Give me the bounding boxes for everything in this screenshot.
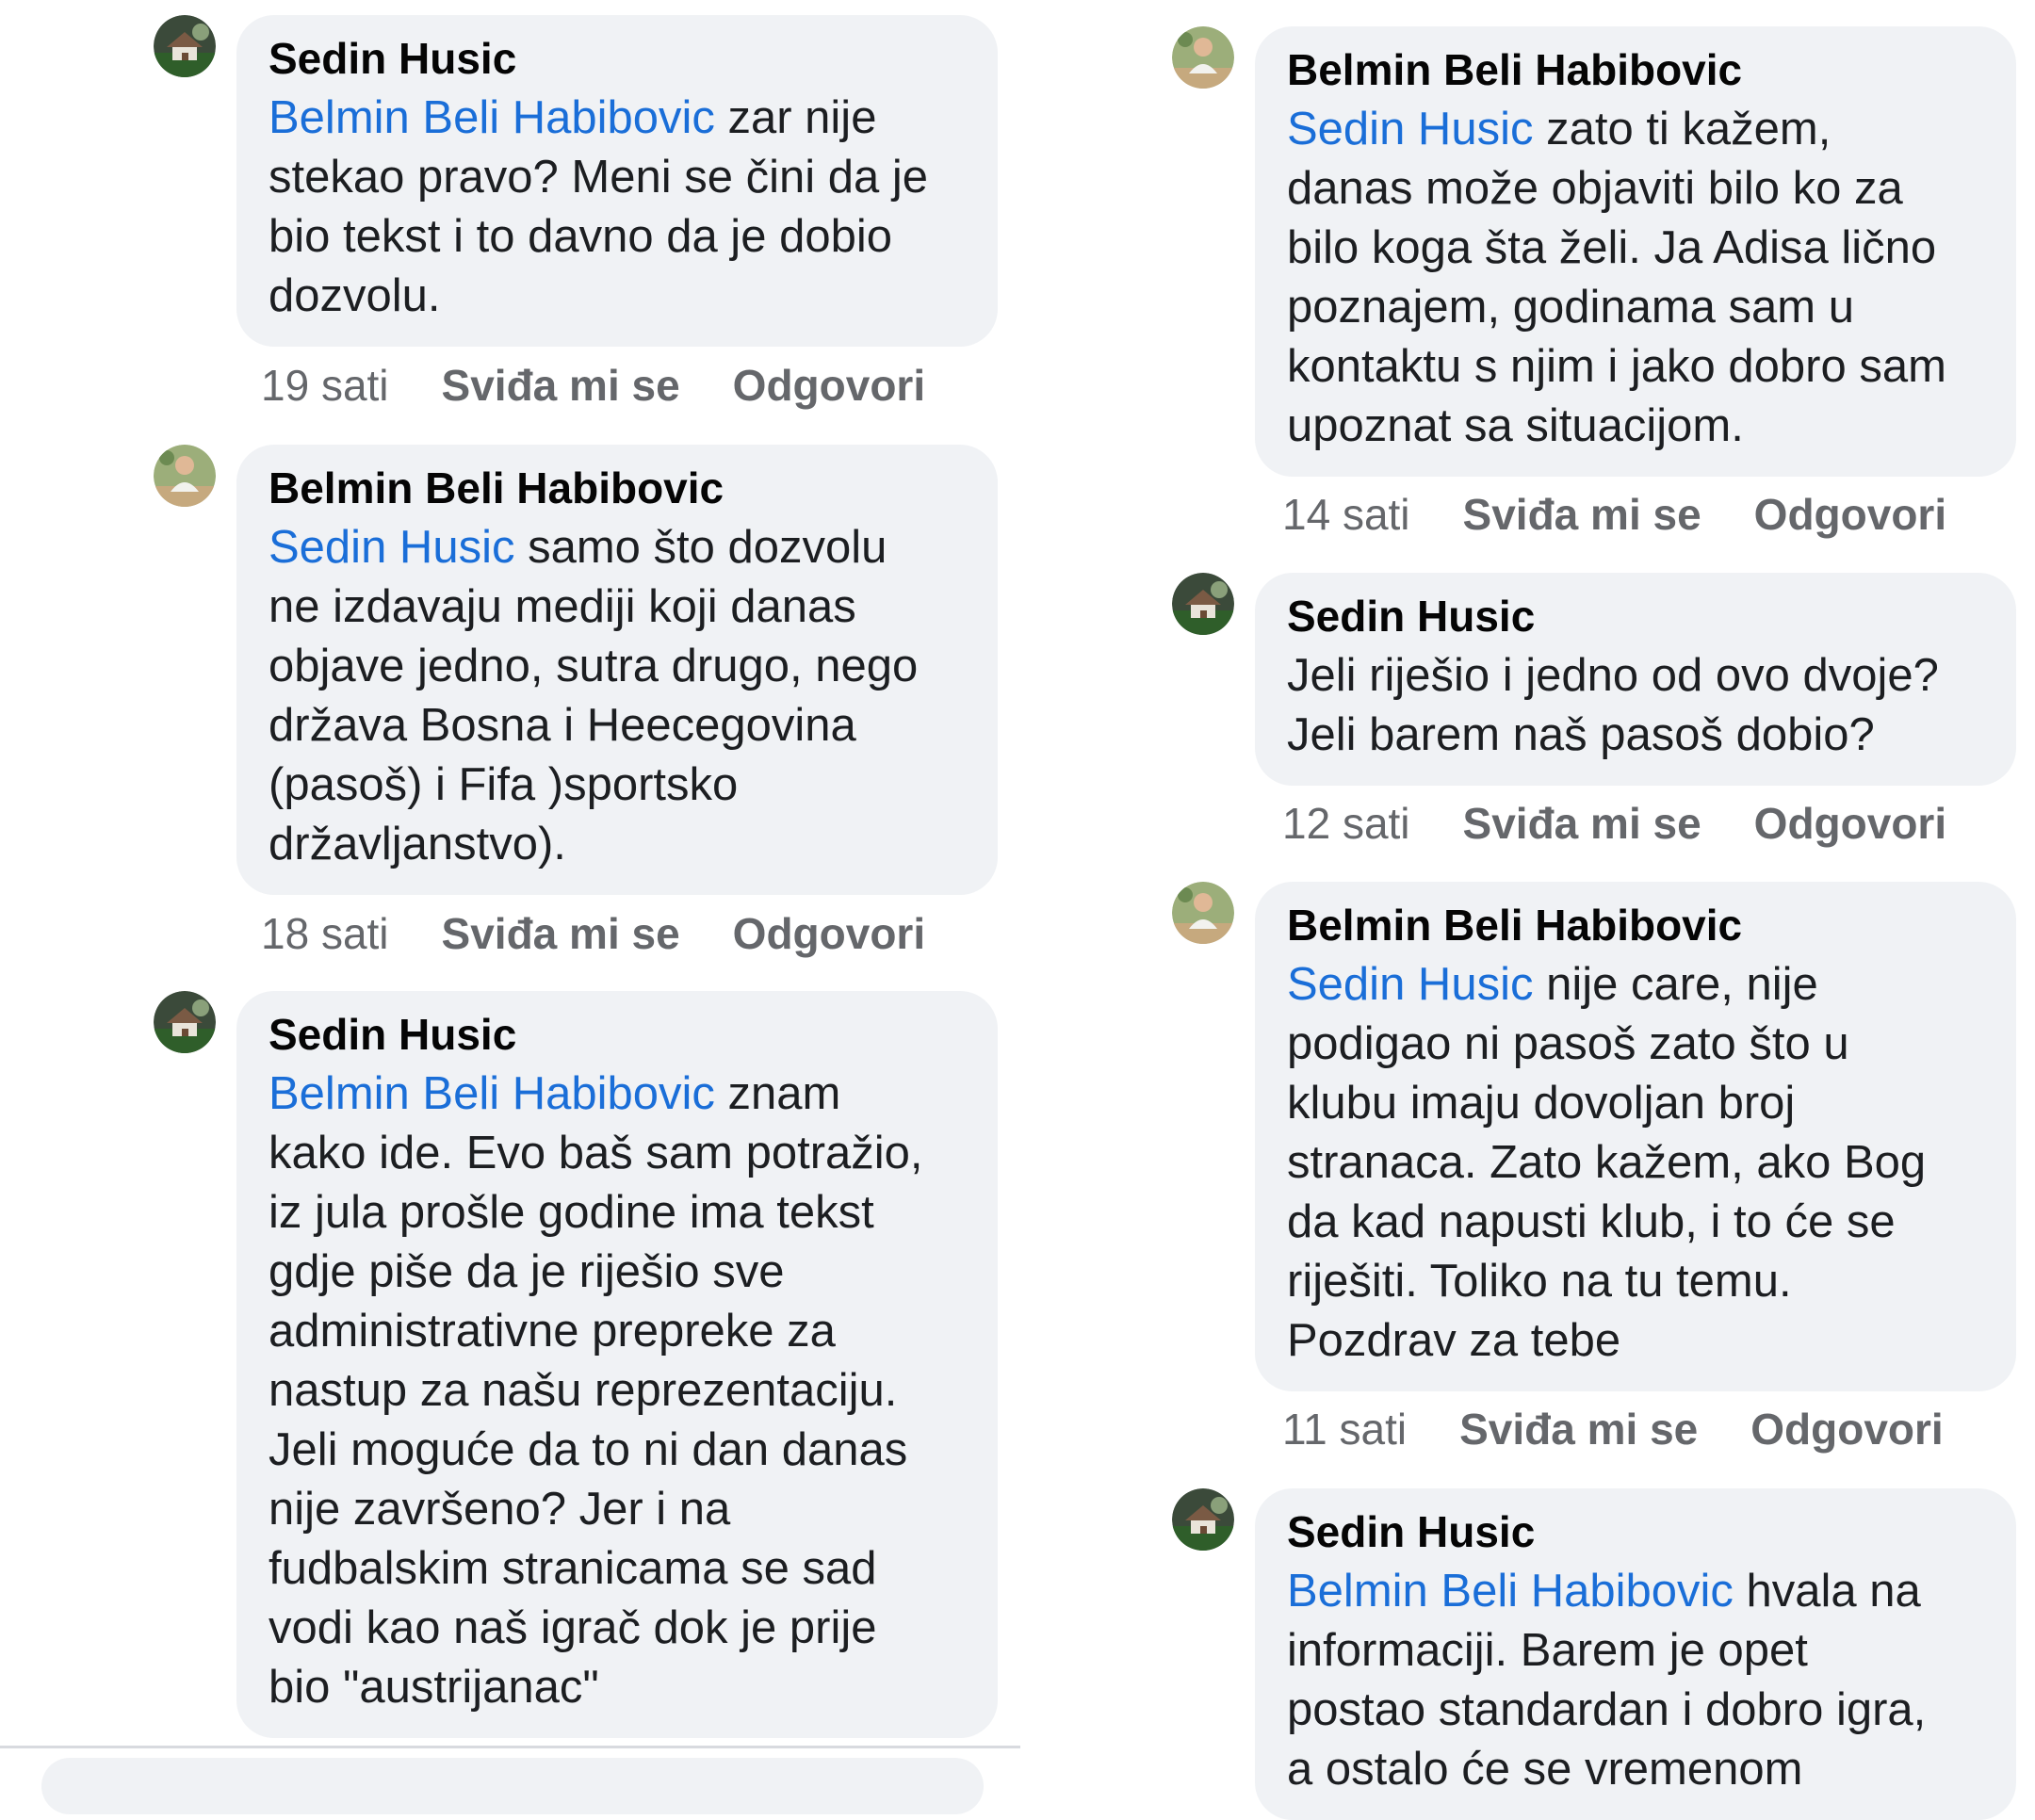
text-line: znam [714, 1068, 841, 1119]
comment-bubble[interactable]: Belmin Beli Habibovic Sedin Husic samo š… [236, 445, 998, 895]
mention-link[interactable]: Belmin Beli Habibovic [269, 92, 715, 143]
like-button[interactable]: Sviđa mi se [1459, 1401, 1698, 1457]
comment-actions: 18 sati Sviđa mi se Odgovori [261, 905, 925, 962]
text-line: bio "austrijanac" [269, 1662, 599, 1713]
comment-author[interactable]: Belmin Beli Habibovic [269, 460, 966, 516]
text-line: hvala na [1733, 1566, 1921, 1617]
comment-author[interactable]: Belmin Beli Habibovic [1287, 41, 1984, 98]
mention-link[interactable]: Sedin Husic [1287, 104, 1533, 154]
text-line: gdje piše da je riješio sve [269, 1246, 785, 1297]
text-line: Jeli riješio i jedno od ovo dvoje? [1287, 650, 1939, 701]
comment-author[interactable]: Sedin Husic [1287, 588, 1984, 644]
text-line: stranaca. Zato kažem, ako Bog [1287, 1137, 1927, 1188]
reply-button[interactable]: Odgovori [1750, 1401, 1943, 1457]
comment-time[interactable]: 14 sati [1282, 486, 1410, 543]
comment-actions: 11 sati Sviđa mi se Odgovori [1282, 1401, 1944, 1457]
text-line: vodi kao naš igrač dok je prije [269, 1602, 877, 1653]
comment-text: Jeli riješio i jedno od ovo dvoje? Jeli b… [1287, 646, 1984, 765]
comment-text: Belmin Beli Habibovic znam kako ide. Evo … [269, 1064, 966, 1717]
reply-button[interactable]: Odgovori [1754, 795, 1946, 852]
reply-button[interactable]: Odgovori [1754, 486, 1946, 543]
comment-text: Belmin Beli Habibovic zar nije stekao pra… [269, 89, 966, 326]
sedin-avatar-icon[interactable] [154, 991, 216, 1053]
comment-actions: 19 sati Sviđa mi se Odgovori [261, 357, 925, 414]
text-line: postao standardan i dobro igra, [1287, 1684, 1927, 1735]
text-line: informaciji. Barem je opet [1287, 1625, 1808, 1676]
text-line: objave jedno, sutra drugo, nego [269, 641, 919, 691]
text-line: danas može objaviti bilo ko za [1287, 163, 1903, 214]
sedin-avatar-icon[interactable] [154, 15, 216, 77]
comment-actions: 14 sati Sviđa mi se Odgovori [1282, 486, 1946, 543]
mention-link[interactable]: Sedin Husic [269, 522, 514, 573]
text-line: a ostalo će se vremenom [1287, 1744, 1803, 1795]
comment-text: Sedin Husic nije care, nije podigao ni pa… [1287, 955, 1984, 1371]
divider [0, 1746, 1020, 1748]
like-button[interactable]: Sviđa mi se [1463, 486, 1701, 543]
belmin-avatar-icon[interactable] [1172, 882, 1234, 944]
comment-text: Sedin Husic zato ti kažem, danas može obj… [1287, 100, 1984, 456]
comment-text: Sedin Husic samo što dozvolu ne izdavaju … [269, 518, 966, 874]
comment-bubble[interactable]: Belmin Beli Habibovic Sedin Husic zato t… [1255, 26, 2016, 477]
text-line: fudbalskim stranicama se sad [269, 1543, 877, 1594]
text-line: samo što dozvolu [514, 522, 887, 573]
text-line: upoznat sa situacijom. [1287, 400, 1744, 451]
text-line: nije završeno? Jer i na [269, 1484, 731, 1535]
belmin-avatar-icon[interactable] [154, 445, 216, 507]
text-line: država Bosna i Heecegovina [269, 700, 856, 751]
mention-link[interactable]: Belmin Beli Habibovic [1287, 1566, 1734, 1617]
comment-bubble[interactable]: Sedin Husic Belmin Beli Habibovic zar ni… [236, 15, 998, 347]
mention-link[interactable]: Belmin Beli Habibovic [269, 1068, 715, 1119]
comment-bubble[interactable]: Sedin Husic Belmin Beli Habibovic znam ka… [236, 991, 998, 1738]
text-line: nije care, nije [1533, 959, 1818, 1010]
comment-text: Belmin Beli Habibovic hvala na informacij… [1287, 1562, 1984, 1799]
sedin-avatar-icon[interactable] [1172, 1488, 1234, 1551]
text-line: Jeli barem naš pasoš dobio? [1287, 709, 1875, 760]
text-line: podigao ni pasoš zato što u [1287, 1018, 1849, 1069]
reply-button[interactable]: Odgovori [733, 357, 925, 414]
text-line: iz jula prošle godine ima tekst [269, 1187, 874, 1238]
text-line: zar nije [714, 92, 877, 143]
text-line: dozvolu. [269, 270, 441, 321]
comment-actions: 12 sati Sviđa mi se Odgovori [1282, 795, 1946, 852]
reply-button[interactable]: Odgovori [733, 905, 925, 962]
text-line: zato ti kažem, [1533, 104, 1832, 154]
mention-link[interactable]: Sedin Husic [1287, 959, 1533, 1010]
comment-bubble[interactable]: Belmin Beli Habibovic Sedin Husic nije c… [1255, 882, 2016, 1391]
text-line: nastup za našu reprezentaciju. [269, 1365, 898, 1416]
text-line: stekao pravo? Meni se čini da je [269, 152, 928, 203]
comment-bubble-partial[interactable] [41, 1758, 984, 1814]
text-line: državljanstvo). [269, 819, 566, 869]
comment-time[interactable]: 19 sati [261, 357, 389, 414]
text-line: kontaktu s njim i jako dobro sam [1287, 341, 1946, 392]
comment-author[interactable]: Sedin Husic [1287, 1503, 1984, 1560]
comment-bubble[interactable]: Sedin Husic Jeli riješio i jedno od ovo … [1255, 573, 2016, 786]
text-line: bio tekst i to davno da je dobio [269, 211, 892, 262]
text-line: poznajem, godinama sam u [1287, 282, 1854, 333]
text-line: riješiti. Toliko na tu temu. [1287, 1256, 1792, 1307]
comment-bubble[interactable]: Sedin Husic Belmin Beli Habibovic hvala … [1255, 1488, 2016, 1820]
text-line: administrativne prepreke za [269, 1306, 836, 1357]
comment-author[interactable]: Sedin Husic [269, 1006, 966, 1063]
like-button[interactable]: Sviđa mi se [442, 905, 680, 962]
comment-time[interactable]: 18 sati [261, 905, 389, 962]
comment-time[interactable]: 11 sati [1282, 1401, 1407, 1457]
text-line: bilo koga šta želi. Ja Adisa lično [1287, 222, 1937, 273]
comment-time[interactable]: 12 sati [1282, 795, 1410, 852]
text-line: (pasoš) i Fifa )sportsko [269, 759, 739, 810]
text-line: Pozdrav za tebe [1287, 1315, 1621, 1366]
text-line: kako ide. Evo baš sam potražio, [269, 1128, 923, 1178]
comment-author[interactable]: Sedin Husic [269, 30, 966, 87]
text-line: klubu imaju dovoljan broj [1287, 1078, 1796, 1129]
text-line: da kad napusti klub, i to će se [1287, 1196, 1896, 1247]
comment-author[interactable]: Belmin Beli Habibovic [1287, 897, 1984, 953]
sedin-avatar-icon[interactable] [1172, 573, 1234, 635]
like-button[interactable]: Sviđa mi se [442, 357, 680, 414]
like-button[interactable]: Sviđa mi se [1463, 795, 1701, 852]
text-line: ne izdavaju mediji koji danas [269, 581, 856, 632]
belmin-avatar-icon[interactable] [1172, 26, 1234, 89]
text-line: Jeli moguće da to ni dan danas [269, 1424, 908, 1475]
